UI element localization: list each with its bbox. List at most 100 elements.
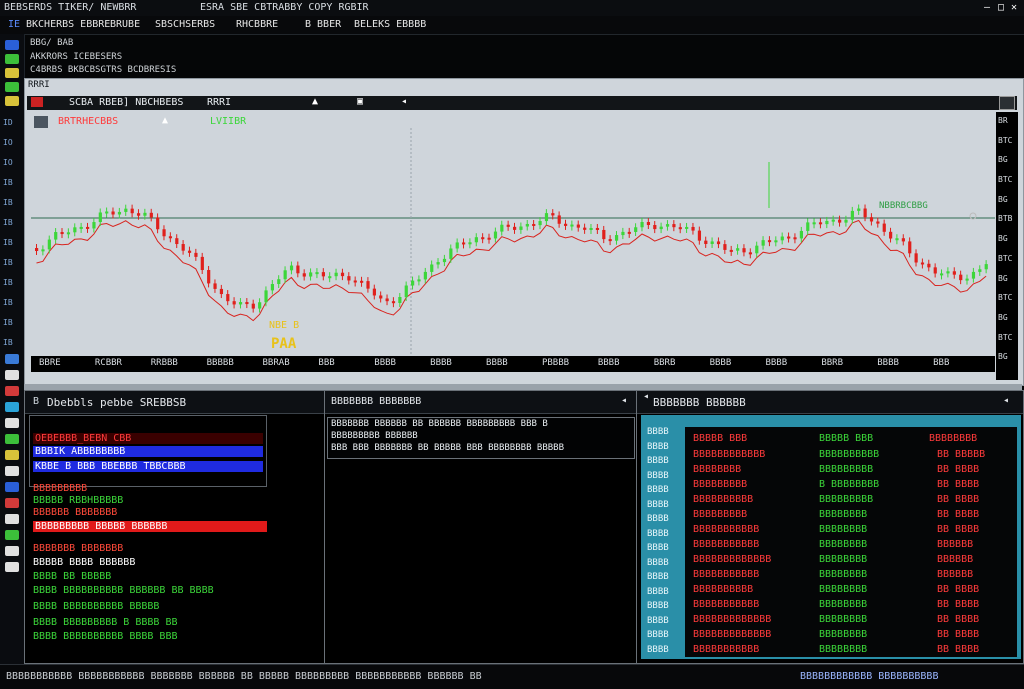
price-chart[interactable]: NBE B PAA NBBRBCBBG [31,128,995,356]
watchlist-cell[interactable]: BBBBBBBBBBBBB [693,554,771,565]
watchlist-cell[interactable]: BBBBBBBB [819,599,867,610]
watchlist-row-header[interactable]: BBBB [647,514,669,524]
menu-item-6[interactable]: BELEKS EBBBB [354,19,426,30]
watchlist-cell[interactable]: BB BBBB [937,464,979,475]
watchlist-row-header[interactable]: BBBB [647,471,669,481]
watchlist-cell[interactable]: BBBBBBBB [819,644,867,655]
watchlist-cell[interactable]: BBBBBBBBBBB [693,524,759,535]
order-row[interactable]: BBBB BBBBBBBBBB BBBBB [33,601,159,612]
watchlist-cell[interactable]: BBBBBBBB [819,569,867,580]
watchlist-row-header[interactable]: BBBB [647,427,669,437]
watchlist-cell[interactable]: BBBBBB [937,539,973,550]
watchlist-row-header[interactable]: BBBB [647,485,669,495]
order-row[interactable]: BBBBB BBBB BBBBBB [33,557,135,568]
watchlist-icon[interactable] [5,82,19,92]
eye-icon[interactable] [5,514,19,524]
tool-label-12[interactable]: IB [3,338,13,347]
ruler-icon[interactable] [5,418,19,428]
watchlist-cell[interactable]: BBBBBBBB [819,614,867,625]
watchlist-cell[interactable]: BBBBBBBBBBB [693,599,759,610]
watchlist-cell[interactable]: BBBBBBBB [819,554,867,565]
text-icon[interactable] [5,434,19,444]
watchlist-cell[interactable]: BB BBBBB [937,449,985,460]
watchlist-cell[interactable]: BB BBBB [937,524,979,535]
order-row[interactable]: BBBBBB BBBBBBB [33,507,117,518]
cursor-tool-icon[interactable]: ▲ [312,96,318,107]
watchlist-cell[interactable]: BBBBBBBBB [819,464,873,475]
watchlist-cell[interactable]: BBBBBBBB [819,524,867,535]
watchlist-cell[interactable]: BBBBBBBB [819,629,867,640]
watchlist-collapse-icon[interactable]: ◂ [643,391,649,402]
order-row[interactable]: BBBB BBBBBBBBBB BBBB BBB [33,631,178,642]
order-row[interactable]: BBBB BBBBBBBBBB BBBBBB BB BBBB [33,585,214,596]
tool-label-10[interactable]: IB [3,298,13,307]
chart-maximize-button[interactable] [999,96,1015,110]
watchlist-cell[interactable]: BBBBBBBBBB [693,494,753,505]
symbol-icon[interactable] [34,116,48,128]
watchlist-cell[interactable]: BBBBBBBBBBBBB [693,629,771,640]
tool-label-7[interactable]: IB [3,238,13,247]
zoom-icon[interactable] [5,402,19,412]
order-row[interactable]: BBBB BBBBBBBBB B BBBB BB [33,617,178,628]
chart-tab-icon[interactable] [31,97,43,107]
watchlist-cell[interactable]: BB BBBB [937,629,979,640]
watchlist-cell[interactable]: B BBBBBBBB [819,479,879,490]
watchlist-cell[interactable]: BBBBBBBBBB [693,584,753,595]
watchlist-cell[interactable]: BBBBBBBBB [819,494,873,505]
expand-tool-icon[interactable]: ◂ [401,96,407,107]
order-row[interactable]: KBBE B BBB BBEBBB TBBCBBB [33,461,263,472]
interval-label[interactable]: LVIIBR [210,116,246,127]
lock-icon[interactable] [5,466,19,476]
tool-label-6[interactable]: IB [3,218,13,227]
minimize-button[interactable]: — [984,2,990,13]
watchlist-cell[interactable]: BBBBBBBBBB [819,449,879,460]
close-button[interactable]: ✕ [1011,2,1017,13]
watchlist-row-header[interactable]: BBBB [647,442,669,452]
watchlist-cell[interactable]: BB BBBB [937,644,979,655]
tool-label-1[interactable]: ID [3,118,13,127]
tool-label-4[interactable]: IB [3,178,13,187]
watchlist-cell[interactable]: BBBBBB [937,569,973,580]
watchlist-col-2[interactable]: BBBBB BBB [819,433,873,444]
menu-item-2[interactable]: BRUBE [110,19,140,30]
chart-icon[interactable] [5,54,19,64]
symbol-label[interactable]: BRTRHECBBS [58,116,118,127]
watchlist-cell[interactable]: BBBBBBBBBBB [693,644,759,655]
watchlist-cell[interactable]: BBBBBBBBBBBBB [693,614,771,625]
maximize-button[interactable]: □ [998,2,1004,13]
layout-icon[interactable] [5,40,19,50]
tool-label-9[interactable]: IB [3,278,13,287]
alert-icon[interactable] [5,96,19,106]
watchlist-cell[interactable]: BBBBBBBBBBB [693,569,759,580]
watchlist-row-header[interactable]: BBBB [647,529,669,539]
order-row[interactable]: BBBB BB BBBBB [33,571,111,582]
menu-item-1[interactable]: BKCHERBS EBBRE [26,19,110,30]
watchlist-cell[interactable]: BBBBBBBB [693,464,741,475]
order-row[interactable]: BBBBBBBBB BBBBB BBBBBB [33,521,267,532]
watchlist-col-1[interactable]: BBBBB BBB [693,433,747,444]
tool-label-2[interactable]: IO [3,138,13,147]
watchlist-cell[interactable]: BBBBBBBBBBBB [693,449,765,460]
watchlist-row-header[interactable]: BBBB [647,572,669,582]
chart-tab-label[interactable]: SCBA RBEB] NBCHBEBS [69,97,183,108]
watchlist-col-3[interactable]: BBBBBBBB [929,433,977,444]
watchlist-row-header[interactable]: BBBB [647,587,669,597]
order-row[interactable]: OEBEBBB_BEBN CBB [33,433,263,444]
settings-icon[interactable] [5,546,19,556]
trades-panel-menu-icon[interactable]: ◂ [621,395,627,406]
watchlist-row-header[interactable]: BBBB [647,456,669,466]
watchlist-row-header[interactable]: BBBB [647,630,669,640]
indicator-icon[interactable] [5,68,19,78]
watchlist-cell[interactable]: BBBBBBBB [819,584,867,595]
tool-label-3[interactable]: IO [3,158,13,167]
watchlist-cell[interactable]: BB BBBB [937,599,979,610]
star-icon[interactable] [5,450,19,460]
watchlist-cell[interactable]: BBBBBBBBB [693,509,747,520]
order-row[interactable]: BBBBB RBBHBBBBB [33,495,123,506]
watchlist-cell[interactable]: BB BBBB [937,584,979,595]
crosshair-tool-icon[interactable]: ▣ [357,96,363,107]
order-row[interactable]: BBBBBBBBB [33,483,87,494]
watchlist-cell[interactable]: BBBBBBBBB [693,479,747,490]
watchlist-row-header[interactable]: BBBB [647,616,669,626]
watchlist-menu-icon[interactable]: ◂ [1003,395,1009,406]
